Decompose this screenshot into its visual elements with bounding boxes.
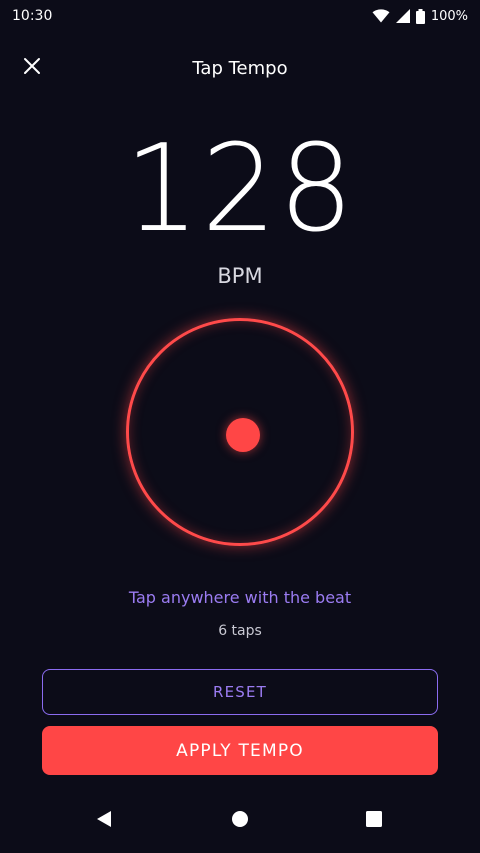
- beat-indicator-dot: [226, 418, 260, 452]
- page-title: Tap Tempo: [192, 57, 288, 79]
- tap-count: 6 taps: [218, 623, 262, 639]
- status-time: 10:30: [12, 8, 53, 24]
- status-icons: 100%: [372, 8, 468, 24]
- back-button[interactable]: [92, 809, 116, 833]
- battery-icon: [415, 8, 425, 24]
- home-icon: [231, 810, 249, 832]
- close-button[interactable]: [14, 50, 50, 86]
- home-button[interactable]: [228, 809, 252, 833]
- navigation-bar: [0, 797, 480, 845]
- bpm-unit: BPM: [217, 264, 263, 288]
- battery-percentage: 100%: [430, 8, 468, 24]
- signal-icon: [395, 9, 410, 23]
- recents-icon: [366, 811, 382, 831]
- back-icon: [96, 810, 112, 832]
- apply-tempo-button[interactable]: APPLY TEMPO: [42, 726, 438, 775]
- tap-hint: Tap anywhere with the beat: [128, 588, 352, 607]
- status-bar: 10:30 100%: [0, 0, 480, 32]
- reset-button[interactable]: RESET: [42, 669, 438, 715]
- recents-button[interactable]: [362, 809, 386, 833]
- app-bar: Tap Tempo: [0, 44, 480, 92]
- close-icon: [23, 57, 41, 79]
- bpm-value: 128: [124, 117, 356, 259]
- tap-pad[interactable]: [126, 318, 354, 546]
- wifi-icon: [372, 9, 390, 23]
